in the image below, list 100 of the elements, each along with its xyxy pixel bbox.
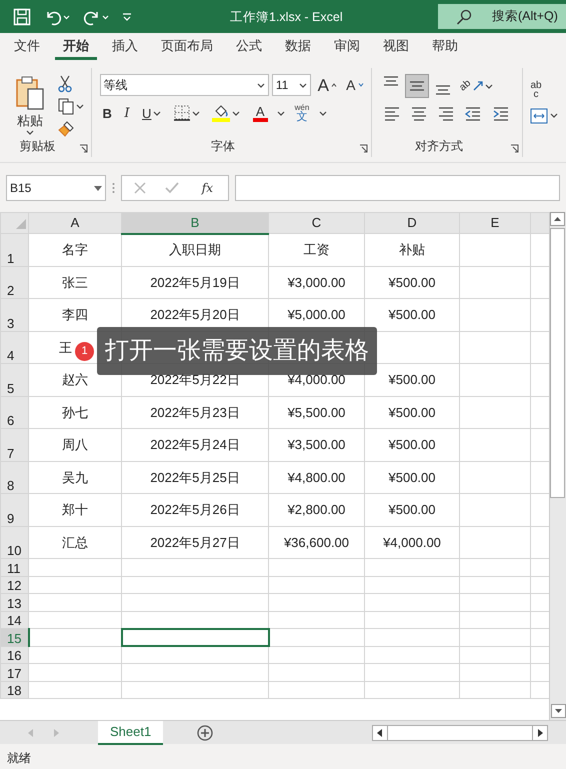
table-cell: ¥5,500.00 [268,396,364,428]
row-header[interactable]: 11 [0,558,28,576]
row-header[interactable]: 2 [0,266,28,298]
row-header[interactable]: 4 [0,331,28,364]
scrollbar-thumb[interactable] [550,228,565,498]
scissors-icon [58,75,72,93]
window-title: 工作簿1.xlsx - Excel [230,9,343,26]
ribbon-tab[interactable]: 数据 [277,36,319,60]
handle-icon [112,182,115,194]
ribbon-tab[interactable]: 公式 [228,36,270,60]
column-header[interactable]: C [268,212,364,234]
status-text: 就绪 [7,750,31,767]
row-header[interactable]: 15 [0,628,28,646]
group-label: 字体 [210,138,236,155]
ribbon-tab[interactable]: 开始 [55,36,97,60]
middle-align-button[interactable] [404,74,429,98]
search-field[interactable]: 搜索(Alt+Q) [438,4,566,29]
row-header[interactable]: 5 [0,364,28,396]
decrease-indent-icon [464,106,482,122]
dialog-launcher-icon[interactable] [510,144,520,153]
sheet-tab[interactable]: Sheet1 [98,720,164,744]
font-name-field[interactable]: 等线 [100,74,269,96]
row-header[interactable]: 16 [0,646,28,664]
ribbon-tab[interactable]: 帮助 [424,36,466,60]
column-header[interactable]: E [460,212,530,234]
table-cell: ¥500.00 [364,494,460,526]
phonetic-guide-button[interactable]: wén 文 [292,102,312,124]
scroll-up-icon[interactable] [550,212,565,226]
row-header[interactable]: 12 [0,576,28,594]
ribbon-tab[interactable]: 文件 [6,36,48,60]
row-header[interactable]: 8 [0,461,28,494]
horizontal-scrollbar[interactable] [372,724,548,740]
column-header[interactable]: A [28,212,122,234]
caret-icon [232,110,240,116]
row-header[interactable]: 10 [0,526,28,558]
row-header[interactable]: 6 [0,396,28,428]
caret-icon [192,110,200,116]
ribbon-tab[interactable]: 视图 [375,36,417,60]
caret-icon [26,130,34,135]
caret-icon [256,82,265,88]
paste-button[interactable]: 粘贴 [12,74,48,136]
table-cell: 补贴 [364,234,460,266]
table-cell: ¥4,000.00 [364,526,460,558]
ribbon-tab[interactable]: 审阅 [326,36,368,60]
table-cell: ¥3,000.00 [268,266,364,298]
dialog-launcher-icon[interactable] [78,144,88,153]
table-cell: 郑十 [28,494,122,526]
row-header[interactable]: 1 [0,234,28,266]
formula-input[interactable] [235,175,560,201]
row-header[interactable]: 17 [0,664,28,681]
orientation-button[interactable]: ab [457,80,496,92]
customize-toolbar-icon[interactable] [122,12,132,22]
table-cell: 吴九 [28,461,122,494]
column-header[interactable]: D [364,212,460,234]
table-cell: ¥500.00 [364,428,460,461]
copy-icon [58,98,74,116]
row-header[interactable]: 3 [0,298,28,331]
bold-button[interactable]: B [100,106,115,120]
insert-function-button[interactable]: fx [198,181,216,195]
table-cell: 2022年5月24日 [122,428,268,461]
table-cell: 2022年5月26日 [122,494,268,526]
paint-bucket-icon [212,104,230,122]
table-cell: 周八 [28,428,122,461]
grow-font-button[interactable]: A [314,76,340,94]
table-cell: 2022年5月23日 [122,396,268,428]
save-icon[interactable] [13,8,31,26]
table-cell: 2022年5月25日 [122,461,268,494]
table-cell: 张三 [28,266,122,298]
font-size-field[interactable]: 11 [272,74,312,96]
row-header[interactable]: 13 [0,594,28,611]
row-header[interactable]: 14 [0,611,28,628]
align-right-icon [437,106,455,122]
ribbon-tab[interactable]: 页面布局 [153,36,221,60]
table-cell: 工资 [268,234,364,266]
font-color-button[interactable]: A [250,104,271,122]
vertical-scrollbar[interactable] [549,212,566,720]
search-icon [456,8,472,24]
underline-button[interactable]: U [139,106,164,120]
row-header[interactable]: 18 [0,681,28,698]
scroll-down-icon[interactable] [551,704,566,718]
row-header[interactable]: 7 [0,428,28,461]
italic-button[interactable]: I [121,106,133,120]
arrow-icon [473,81,484,91]
wrap-text-button[interactable]: ab c [527,80,545,100]
borders-icon [174,105,190,121]
active-cell[interactable] [122,628,268,646]
align-center-icon [410,106,428,122]
caret-icon[interactable] [277,110,286,116]
row-header[interactable]: 9 [0,494,28,526]
name-box[interactable]: B15 [6,175,106,201]
table-cell: ¥500.00 [364,461,460,494]
middle-align-icon [408,80,425,92]
shrink-font-button[interactable]: A [343,77,366,93]
merge-icon [530,108,548,124]
ribbon-tab[interactable]: 插入 [104,36,146,60]
caret-icon[interactable] [318,110,327,116]
caret-icon [550,113,558,118]
column-header[interactable]: B [122,212,268,234]
add-sheet-icon[interactable] [197,724,214,740]
dialog-launcher-icon[interactable] [358,144,368,153]
